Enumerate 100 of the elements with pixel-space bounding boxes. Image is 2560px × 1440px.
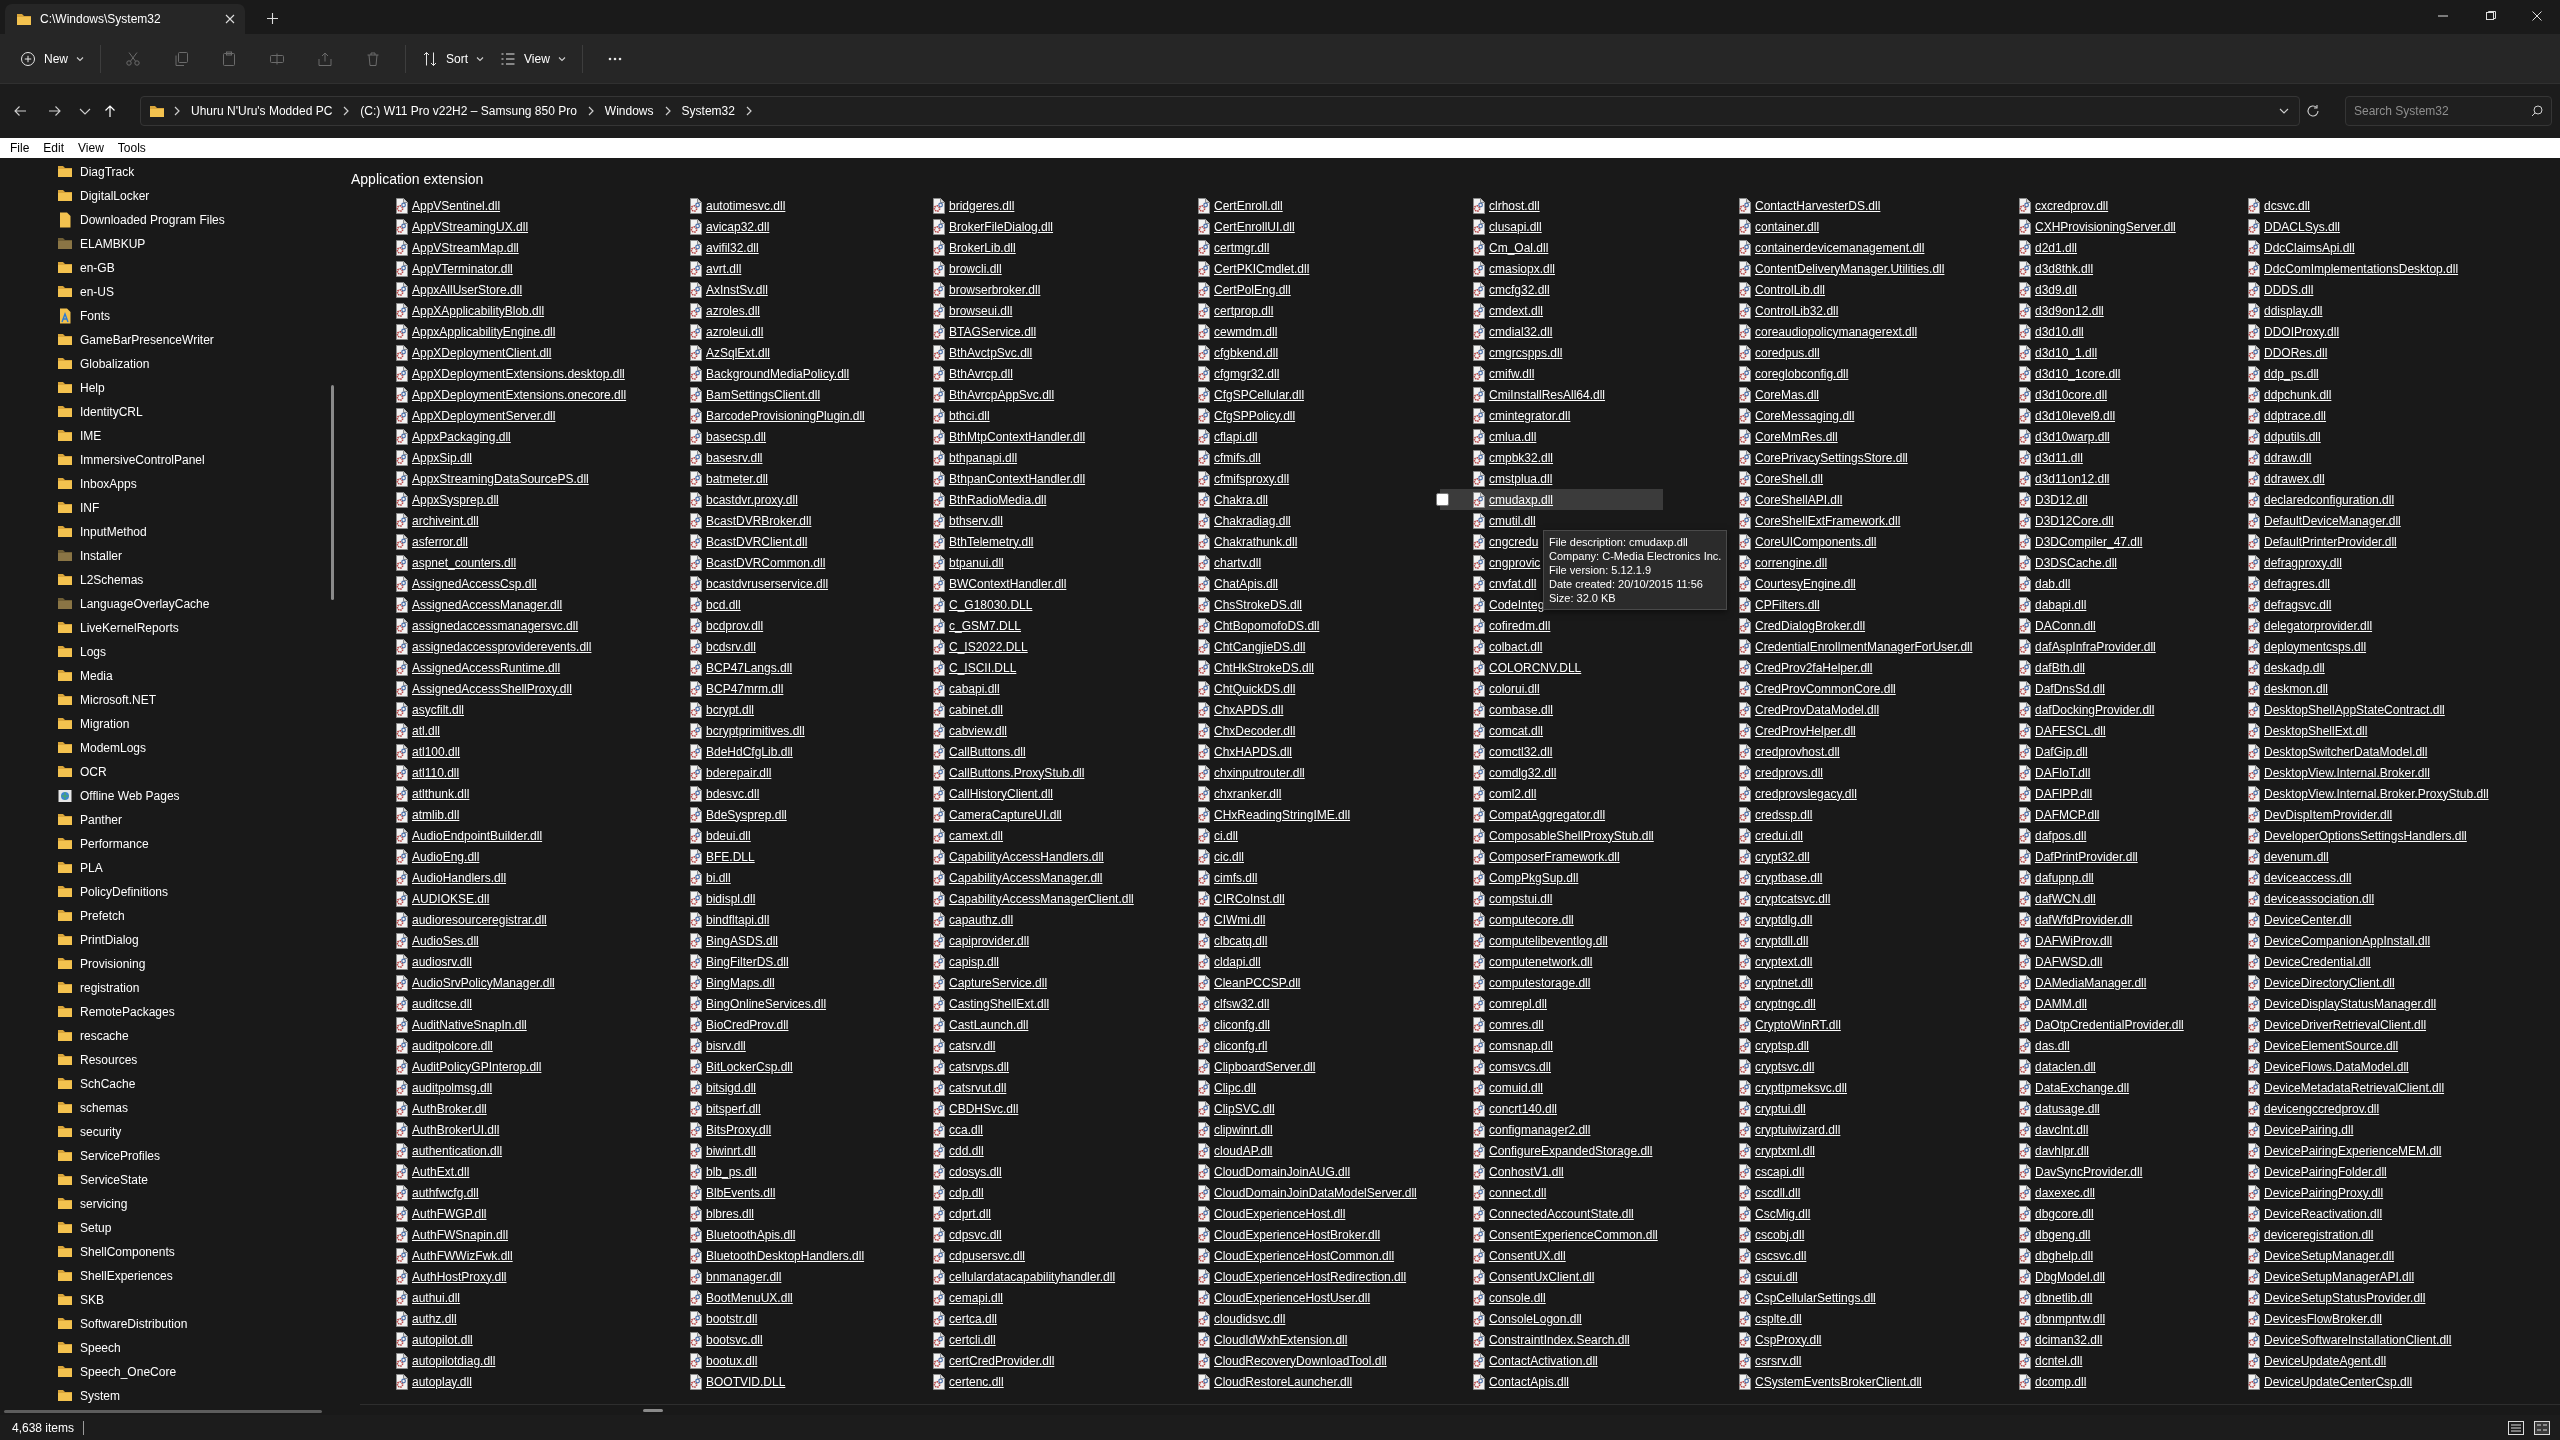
back-arrow-icon[interactable] (13, 104, 27, 118)
dll-entry[interactable]: ConsentUX.dll (1468, 1245, 1566, 1266)
sidebar-item[interactable]: Panther (57, 808, 123, 832)
dll-entry[interactable]: BlbEvents.dll (685, 1182, 776, 1203)
dll-entry[interactable]: BOOTVID.DLL (685, 1371, 786, 1392)
sidebar-item[interactable]: Setup (57, 1216, 112, 1240)
dll-entry[interactable]: clipwinrt.dll (1193, 1119, 1273, 1140)
dll-entry[interactable]: combase.dll (1468, 699, 1554, 720)
dll-entry[interactable]: ddp_ps.dll (2243, 363, 2319, 384)
dll-entry[interactable]: basecsp.dll (685, 426, 767, 447)
dll-entry[interactable]: audioresourceregistrar.dll (391, 909, 547, 930)
dll-entry[interactable]: CBDHSvc.dll (928, 1098, 1019, 1119)
dll-entry[interactable]: autopilot.dll (391, 1329, 473, 1350)
dll-entry[interactable]: BthMtpContextHandler.dll (928, 426, 1086, 447)
address-bar[interactable]: Uhuru N'Uru's Modded PC (C:) W11 Pro v22H2 – Samsung 850 Pro Windows System32 (140, 96, 2300, 126)
dll-entry[interactable]: DavSyncProvider.dll (2014, 1161, 2143, 1182)
dll-entry[interactable]: d3d9on12.dll (2014, 300, 2104, 321)
breadcrumb[interactable]: Uhuru N'Uru's Modded PC (189, 104, 335, 118)
sidebar-item[interactable]: Microsoft.NET (57, 688, 156, 712)
dll-entry[interactable]: capiprovider.dll (928, 930, 1030, 951)
dll-entry[interactable]: deviceassociation.dll (2243, 888, 2375, 909)
dll-entry[interactable]: DAFWiProv.dll (2014, 930, 2113, 951)
dll-entry[interactable]: DAFESCL.dll (2014, 720, 2106, 741)
dll-entry[interactable]: CloudExperienceHostBroker.dll (1193, 1224, 1381, 1245)
dll-entry[interactable]: d3d11.dll (2014, 447, 2083, 468)
dll-entry[interactable]: AppVStreamMap.dll (391, 237, 519, 258)
dll-entry[interactable]: AudioHandlers.dll (391, 867, 507, 888)
dll-entry[interactable]: blb_ps.dll (685, 1161, 757, 1182)
dll-entry[interactable]: CompPkgSup.dll (1468, 867, 1579, 888)
dll-entry[interactable]: CredProvDataModel.dll (1734, 699, 1880, 720)
dll-entry[interactable]: defragproxy.dll (2243, 552, 2342, 573)
dll-entry[interactable]: ChxAPDS.dll (1193, 699, 1284, 720)
dll-entry[interactable]: DAFWSD.dll (2014, 951, 2103, 972)
forward-arrow-icon[interactable] (48, 104, 62, 118)
dll-entry[interactable]: CHxReadingStringIME.dll (1193, 804, 1351, 825)
dll-entry[interactable]: csplte.dll (1734, 1308, 1802, 1329)
dll-entry[interactable]: CloudDomainJoinAUG.dll (1193, 1161, 1351, 1182)
dll-entry[interactable]: browserbroker.dll (928, 279, 1041, 300)
dll-entry[interactable]: ddisplay.dll (2243, 300, 2323, 321)
dll-entry[interactable]: clrhost.dll (1468, 195, 1540, 216)
dll-entry[interactable]: DeviceCredential.dll (2243, 951, 2371, 972)
sort-button[interactable]: Sort (414, 42, 493, 75)
dll-entry[interactable]: BcastDVRBroker.dll (685, 510, 812, 531)
dll-entry[interactable]: d3d8thk.dll (2014, 258, 2094, 279)
dll-entry[interactable]: bcdsrv.dll (685, 636, 756, 657)
dll-entry[interactable]: clfsw32.dll (1193, 993, 1270, 1014)
dll-entry[interactable]: cryptbase.dll (1734, 867, 1823, 888)
dll-entry[interactable]: CloudExperienceHostRedirection.dll (1193, 1266, 1407, 1287)
dll-entry[interactable]: clusapi.dll (1468, 216, 1542, 237)
dll-entry[interactable]: D3DSCache.dll (2014, 552, 2118, 573)
dll-entry[interactable]: cmlua.dll (1468, 426, 1537, 447)
dll-entry[interactable]: cryptui.dll (1734, 1098, 1806, 1119)
dll-entry[interactable]: cfgbkend.dll (1193, 342, 1279, 363)
dll-entry[interactable]: ContactActivation.dll (1468, 1350, 1598, 1371)
dll-entry[interactable]: AppXDeploymentClient.dll (391, 342, 552, 363)
dll-entry[interactable]: cnvfat.dll (1468, 573, 1537, 594)
sidebar-item[interactable]: Fonts (57, 304, 110, 328)
new-tab-icon[interactable] (267, 13, 278, 24)
dll-entry[interactable]: certmgr.dll (1193, 237, 1270, 258)
dll-entry[interactable]: BarcodeProvisioningPlugin.dll (685, 405, 865, 426)
dll-entry[interactable]: CloudExperienceHost.dll (1193, 1203, 1346, 1224)
dll-entry[interactable]: cscui.dll (1734, 1266, 1798, 1287)
dll-entry[interactable]: CertEnroll.dll (1193, 195, 1283, 216)
dll-entry[interactable]: DeviceUpdateAgent.dll (2243, 1350, 2387, 1371)
dll-entry[interactable]: certca.dll (928, 1308, 998, 1329)
scrollbar-thumb[interactable] (331, 385, 334, 600)
dll-entry[interactable]: authui.dll (391, 1287, 461, 1308)
dll-entry[interactable]: bthserv.dll (928, 510, 1003, 531)
dll-entry[interactable]: DaOtpCredentialProvider.dll (2014, 1014, 2184, 1035)
dll-entry[interactable]: CredDialogBroker.dll (1734, 615, 1866, 636)
dll-entry[interactable]: bcastdvruserservice.dll (685, 573, 829, 594)
dll-entry[interactable]: Chakradiag.dll (1193, 510, 1291, 531)
new-button[interactable]: New (12, 42, 92, 75)
sidebar-item[interactable]: servicing (57, 1192, 128, 1216)
dll-entry[interactable]: dafupnp.dll (2014, 867, 2094, 888)
dll-entry[interactable]: auditpolmsg.dll (391, 1077, 493, 1098)
scrollbar-thumb[interactable] (4, 1410, 322, 1413)
dll-entry[interactable]: AuditPolicyGPInterop.dll (391, 1056, 542, 1077)
dll-entry[interactable]: CPFilters.dll (1734, 594, 1820, 615)
sidebar-item[interactable]: DigitalLocker (57, 184, 150, 208)
dll-entry[interactable]: avicap32.dll (685, 216, 770, 237)
dll-entry[interactable]: BCP47mrm.dll (685, 678, 784, 699)
dll-entry[interactable]: AppXDeploymentExtensions.onecore.dll (391, 384, 627, 405)
dll-entry[interactable]: dafWCN.dll (2014, 888, 2096, 909)
dll-entry[interactable]: AuditNativeSnapIn.dll (391, 1014, 527, 1035)
dll-entry[interactable]: CodeInteg (1468, 594, 1545, 615)
sidebar-item[interactable]: en-US (57, 280, 114, 304)
dll-entry[interactable]: ConsentExperienceCommon.dll (1468, 1224, 1658, 1245)
dll-entry[interactable]: BcastDVRCommon.dll (685, 552, 826, 573)
dll-entry[interactable]: cfmifs.dll (1193, 447, 1261, 468)
sidebar-item[interactable]: ShellComponents (57, 1240, 175, 1264)
dll-entry[interactable]: assignedaccessproviderevents.dll (391, 636, 592, 657)
dll-entry[interactable]: cimfs.dll (1193, 867, 1258, 888)
dll-entry[interactable]: AppxSysprep.dll (391, 489, 499, 510)
dll-entry[interactable]: Chakra.dll (1193, 489, 1269, 510)
dll-entry[interactable]: catsrvps.dll (928, 1056, 1010, 1077)
dll-entry[interactable]: AssignedAccessCsp.dll (391, 573, 537, 594)
sidebar-item[interactable]: Migration (57, 712, 130, 736)
dll-entry[interactable]: CallButtons.ProxyStub.dll (928, 762, 1085, 783)
dll-entry[interactable]: crypt32.dll (1734, 846, 1810, 867)
